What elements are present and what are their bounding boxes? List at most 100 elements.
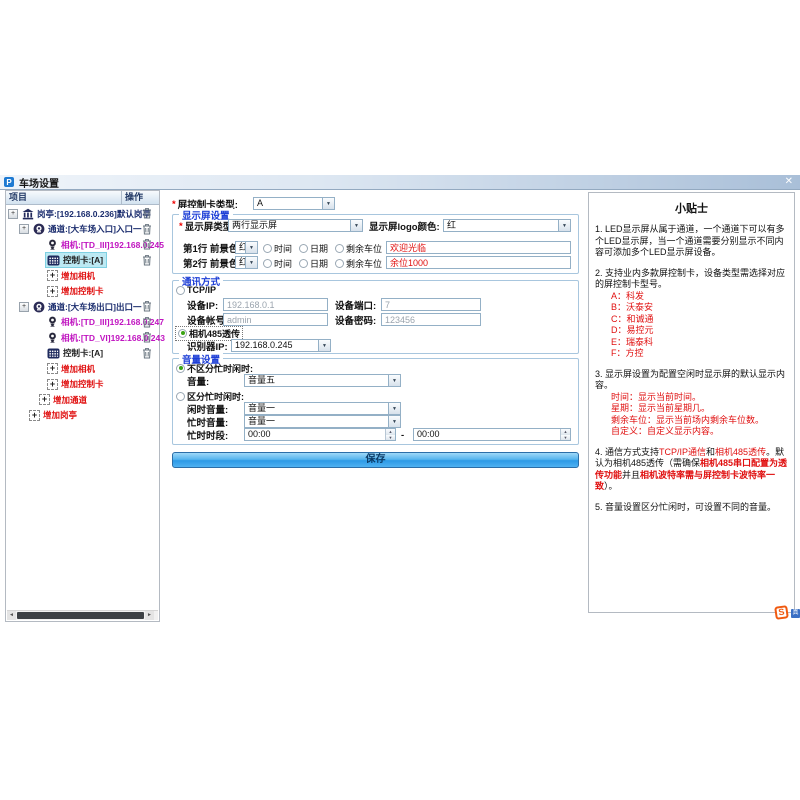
booth-icon <box>22 208 34 220</box>
spinner-arrows-icon[interactable]: ▲▼ <box>385 429 395 440</box>
line2-color-select[interactable]: 红 ▼ <box>235 256 258 269</box>
add-icon: + <box>47 270 58 281</box>
radio-uniform-volume[interactable] <box>176 364 185 373</box>
busy-period-to-spinner[interactable]: 00:00 ▲▼ <box>413 428 571 441</box>
add-icon: + <box>47 286 58 297</box>
radio-line2-date[interactable] <box>299 259 308 268</box>
channel-icon <box>33 223 45 235</box>
tree-item[interactable]: + 通道:[大车场入口]入口一 <box>6 222 159 238</box>
tip-line: C：和诚通 <box>595 314 788 326</box>
chevron-down-icon[interactable]: ▼ <box>350 220 362 231</box>
tip-line: 3. 显示屏设置为配置空闲时显示屏的默认显示内容。 <box>595 369 788 392</box>
tip-line: 5. 音量设置区分忙闲时，可设置不同的音量。 <box>595 502 788 514</box>
tip-line: 自定义：自定义显示内容。 <box>595 426 788 438</box>
logo-color-select[interactable]: 红 ▼ <box>443 219 571 232</box>
logo-color-value: 红 <box>444 220 558 231</box>
tip-segment: C：和诚通 <box>611 314 654 324</box>
chevron-down-icon[interactable]: ▼ <box>388 416 400 427</box>
radio-camera-485[interactable] <box>178 329 187 338</box>
tree-item[interactable]: + + 增加岗亭 <box>6 408 159 424</box>
volume-select[interactable]: 音量五 ▼ <box>244 374 401 387</box>
tip-line: B：沃泰安 <box>595 302 788 314</box>
tree-item-label: 增加控制卡 <box>61 285 104 297</box>
tree-item-label: 增加相机 <box>61 270 95 282</box>
trash-icon[interactable] <box>142 238 152 250</box>
radio-label: 日期 <box>310 242 328 255</box>
tip-segment: TCP/IP通信 <box>659 447 706 457</box>
window-title: 车场设置 <box>19 175 59 190</box>
device-ip-input[interactable] <box>223 298 328 311</box>
tree-item[interactable]: + 岗亭:[192.168.0.236]默认岗亭 <box>6 206 159 222</box>
trash-icon[interactable] <box>142 300 152 312</box>
radio-line1-date[interactable] <box>299 244 308 253</box>
busy-period-from-spinner[interactable]: 00:00 ▲▼ <box>244 428 396 441</box>
period-separator: - <box>401 430 404 441</box>
radio-split-volume[interactable] <box>176 392 185 401</box>
line1-color-select[interactable]: 红 ▼ <box>235 241 258 254</box>
tree-item[interactable]: + + 增加相机 <box>6 361 159 377</box>
sogou-icon[interactable]: S <box>774 605 789 620</box>
busy-volume-value: 音量一 <box>245 416 388 427</box>
tip-line: 1. LED显示屏从属于通道，一个通道下可以有多个LED显示屏，当一个通道需要分… <box>595 224 788 259</box>
device-port-input[interactable] <box>381 298 481 311</box>
chevron-down-icon[interactable]: ▼ <box>318 340 330 351</box>
volume-fieldset: 音量设置 不区分忙时闲时: 音量: 音量五 ▼ 区分忙时闲时: 闲时音量: 音量… <box>172 358 579 445</box>
pinyin-mode-icon[interactable]: 真 <box>791 609 800 618</box>
tree-item[interactable]: + 相机:[TD_III]192.168.0.245 <box>6 237 159 253</box>
add-icon: + <box>29 410 40 421</box>
tip-segment: 相机485透传 <box>715 447 766 457</box>
settings-form: * 屏控制卡类型: A ▼ 显示屏设置 * 显示屏类型: 两行显示屏 ▼ 显示屏… <box>168 190 580 630</box>
busy-volume-select[interactable]: 音量一 ▼ <box>244 415 401 428</box>
horizontal-scrollbar[interactable]: ◄ ► <box>7 610 158 620</box>
trash-icon[interactable] <box>142 254 152 266</box>
tree-item[interactable]: + + 增加控制卡 <box>6 377 159 393</box>
tree-item[interactable]: + 相机:[TD_III]192.168.0.247 <box>6 315 159 331</box>
trash-icon[interactable] <box>142 316 152 328</box>
tree-item[interactable]: + 相机:[TD_VI]192.168.0.243 <box>6 330 159 346</box>
device-ip-label: 设备IP: <box>187 298 218 312</box>
close-icon[interactable]: ✕ <box>785 176 793 187</box>
tree-item[interactable]: + 控制卡:[A] <box>6 346 159 362</box>
scroll-right-icon[interactable]: ► <box>145 611 154 620</box>
radio-label: 日期 <box>310 257 328 270</box>
spinner-arrows-icon[interactable]: ▲▼ <box>560 429 570 440</box>
expand-toggle-icon[interactable]: + <box>8 209 18 219</box>
chevron-down-icon[interactable]: ▼ <box>245 257 257 268</box>
radio-line1-remaining[interactable] <box>335 244 344 253</box>
radio-tcpip[interactable] <box>176 286 185 295</box>
tree-item[interactable]: + + 增加相机 <box>6 268 159 284</box>
tips-body: 1. LED显示屏从属于通道，一个通道下可以有多个LED显示屏，当一个通道需要分… <box>595 224 788 513</box>
chevron-down-icon[interactable]: ▼ <box>558 220 570 231</box>
communication-fieldset: 通讯方式 TCP/IP 设备IP: 设备端口: 设备帐号: 设备密码: <box>172 280 579 354</box>
tree-item[interactable]: + + 增加通道 <box>6 392 159 408</box>
line1-custom-input[interactable] <box>386 241 571 254</box>
tree-item[interactable]: + 控制卡:[A] <box>6 253 159 269</box>
scrollbar-thumb[interactable] <box>17 612 144 619</box>
device-account-input[interactable] <box>223 313 328 326</box>
screen-type-select[interactable]: 两行显示屏 ▼ <box>228 219 363 232</box>
chevron-down-icon[interactable]: ▼ <box>245 242 257 253</box>
trash-icon[interactable] <box>142 331 152 343</box>
chevron-down-icon[interactable]: ▼ <box>388 375 400 386</box>
trash-icon[interactable] <box>142 207 152 219</box>
device-password-input[interactable] <box>381 313 481 326</box>
trash-icon[interactable] <box>142 347 152 359</box>
chevron-down-icon[interactable]: ▼ <box>322 198 334 209</box>
radio-line2-remaining[interactable] <box>335 259 344 268</box>
radio-line2-time[interactable] <box>263 259 272 268</box>
save-button[interactable]: 保存 <box>172 452 579 468</box>
scroll-left-icon[interactable]: ◄ <box>7 611 16 620</box>
tip-segment: 星期：显示当前星期几。 <box>611 403 710 413</box>
chevron-down-icon[interactable]: ▼ <box>388 403 400 414</box>
expand-toggle-icon[interactable]: + <box>19 302 29 312</box>
expand-toggle-icon[interactable]: + <box>19 224 29 234</box>
line2-custom-input[interactable] <box>386 256 571 269</box>
idle-volume-select[interactable]: 音量一 ▼ <box>244 402 401 415</box>
recognizer-ip-select[interactable]: 192.168.0.245 ▼ <box>231 339 331 352</box>
radio-line1-time[interactable] <box>263 244 272 253</box>
tree-item-label: 控制卡:[A] <box>63 254 103 266</box>
tree-item[interactable]: + 通道:[大车场出口]出口一 <box>6 299 159 315</box>
trash-icon[interactable] <box>142 223 152 235</box>
tree-item[interactable]: + + 增加控制卡 <box>6 284 159 300</box>
card-type-select[interactable]: A ▼ <box>253 197 335 210</box>
